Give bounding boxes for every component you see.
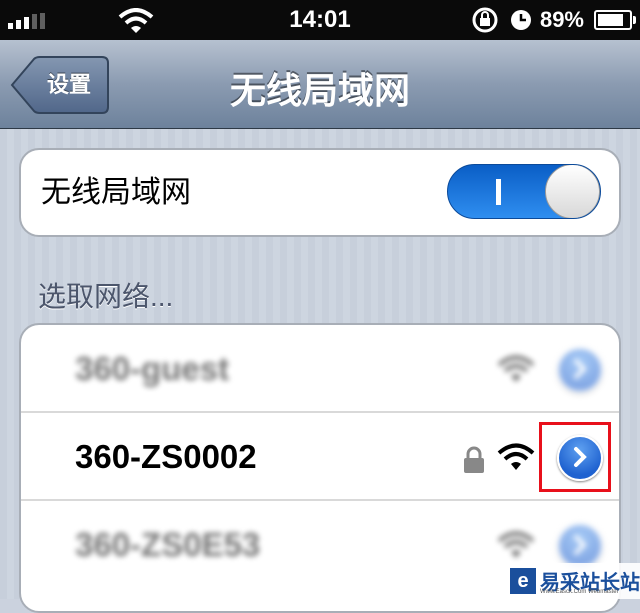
watermark-logo: e 易采站长站 Www.Easck.Com Webmaster (504, 563, 640, 599)
detail-disclosure-button[interactable] (557, 347, 603, 393)
wifi-toggle-switch[interactable] (447, 164, 601, 219)
network-name: 360-guest (75, 350, 230, 387)
network-name: 360-ZS0E53 (75, 526, 261, 563)
network-row[interactable]: 360-guest (21, 325, 619, 413)
status-bar: 14:01 89% (0, 0, 640, 40)
wifi-strength-icon (497, 443, 535, 470)
watermark-subtext: Www.Easck.Com Webmaster (540, 589, 619, 595)
chevron-right-icon (574, 359, 587, 379)
network-name: 360-ZS0002 (75, 438, 257, 475)
highlight-box (539, 422, 611, 492)
network-row[interactable]: 360-ZS0002 (21, 413, 619, 501)
wifi-strength-icon (497, 531, 535, 558)
switch-on-indicator (496, 179, 501, 205)
battery-percent: 89% (539, 7, 584, 32)
navigation-bar: 设置 无线局域网 (0, 40, 640, 129)
watermark-e-icon: e (510, 568, 536, 594)
battery-icon (594, 10, 636, 30)
settings-content: 无线局域网 选取网络... 360-guest 360-ZS0002 360-Z… (0, 129, 640, 613)
chevron-right-icon (574, 535, 587, 555)
alarm-icon (510, 10, 531, 30)
wifi-toggle-cell: 无线局域网 (19, 148, 621, 237)
switch-knob[interactable] (545, 165, 600, 218)
rotation-lock-icon (472, 7, 498, 33)
wifi-strength-icon (497, 355, 535, 382)
choose-network-header: 选取网络... (38, 281, 174, 312)
page-title: 无线局域网 (229, 70, 410, 111)
lock-icon (464, 446, 484, 473)
wifi-toggle-label: 无线局域网 (41, 176, 191, 209)
